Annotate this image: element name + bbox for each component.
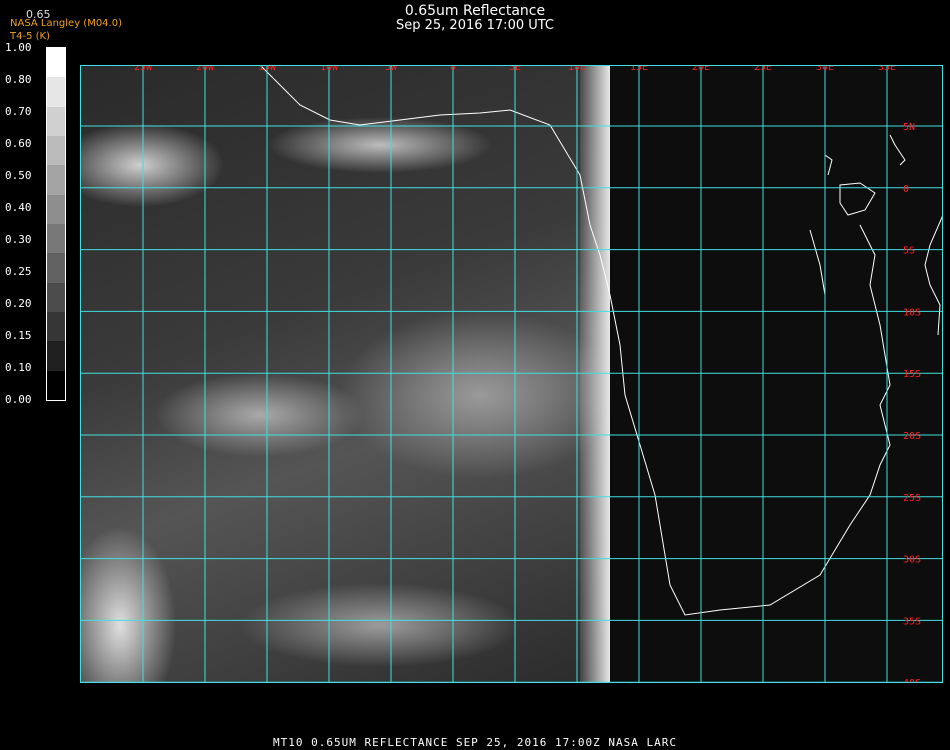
longitude-label: 10W bbox=[320, 65, 339, 73]
latitude-label: 30S bbox=[903, 555, 921, 566]
longitude-label: 20E bbox=[692, 65, 710, 73]
colorbar-label: 0.25 bbox=[5, 265, 32, 278]
somalia-coast bbox=[889, 134, 906, 166]
colorbar-segment bbox=[47, 224, 65, 254]
colorbar-label: 0.15 bbox=[5, 329, 32, 342]
colorbar-segment bbox=[47, 312, 65, 342]
colorbar bbox=[46, 47, 66, 401]
map-grid: 25W 20W 15W 10W 5W 0 5E 10E 15E 20E 25E 30E 35E 5N 0 5S… bbox=[80, 65, 943, 683]
lake-tanganyika bbox=[809, 229, 826, 296]
latitude-label: 5S bbox=[903, 246, 915, 257]
longitude-label: 25W bbox=[134, 65, 153, 73]
colorbar-segment bbox=[47, 165, 65, 195]
latitude-label: 15S bbox=[903, 369, 921, 380]
colorbar-segment bbox=[47, 194, 65, 224]
colorbar-label: 1.00 bbox=[5, 41, 32, 54]
colorbar-segment bbox=[47, 341, 65, 371]
org-name: NASA Langley (M04.0) bbox=[10, 18, 122, 29]
longitude-label: 25E bbox=[754, 65, 772, 73]
africa-coastline bbox=[259, 65, 891, 616]
colorbar-segment bbox=[47, 77, 65, 107]
colorbar-segment bbox=[47, 370, 65, 400]
colorbar-label: 0.40 bbox=[5, 201, 32, 214]
colorbar-segment bbox=[47, 282, 65, 312]
latitude-label: 0 bbox=[903, 184, 909, 195]
east-coastline bbox=[924, 214, 943, 336]
latitude-label: 35S bbox=[903, 616, 921, 627]
longitude-label: 10E bbox=[568, 65, 586, 73]
longitude-label: 0 bbox=[450, 65, 456, 73]
colorbar-label: 0.70 bbox=[5, 105, 32, 118]
map-border bbox=[80, 65, 943, 683]
colorbar-segment bbox=[47, 253, 65, 283]
map-title: 0.65um Reflectance bbox=[404, 3, 546, 19]
lake-turkana bbox=[824, 154, 833, 176]
colorbar-segment bbox=[47, 136, 65, 166]
longitude-label: 20W bbox=[196, 65, 215, 73]
colorbar-label: 0.80 bbox=[5, 73, 32, 86]
longitude-label: 30E bbox=[816, 65, 834, 73]
colorbar-label: 0.30 bbox=[5, 233, 32, 246]
colorbar-label: 0.60 bbox=[5, 137, 32, 150]
longitude-label: 5W bbox=[385, 65, 398, 73]
footer-caption: MT10 0.65UM REFLECTANCE SEP 25, 2016 17:… bbox=[273, 736, 677, 749]
longitude-label: 15W bbox=[258, 65, 277, 73]
latitude-label: 10S bbox=[903, 307, 921, 318]
colorbar-label: 0.50 bbox=[5, 169, 32, 182]
latitude-label: 25S bbox=[903, 493, 921, 504]
colorbar-segment bbox=[47, 106, 65, 136]
colorbar-label: 0.20 bbox=[5, 297, 32, 310]
colorbar-label: 0.10 bbox=[5, 361, 32, 374]
map-timestamp: Sep 25, 2016 17:00 UTC bbox=[395, 18, 555, 33]
latitude-label: 20S bbox=[903, 431, 921, 442]
longitude-label: 5E bbox=[509, 65, 521, 73]
colorbar-segment bbox=[47, 48, 65, 78]
latitude-label: 5N bbox=[903, 122, 915, 133]
colorbar-label: 0.00 bbox=[5, 393, 32, 406]
longitude-label: 35E bbox=[878, 65, 896, 73]
org-info: NASA Langley (M04.0) T4-5 (K) bbox=[10, 17, 122, 43]
longitude-label: 15E bbox=[630, 65, 648, 73]
